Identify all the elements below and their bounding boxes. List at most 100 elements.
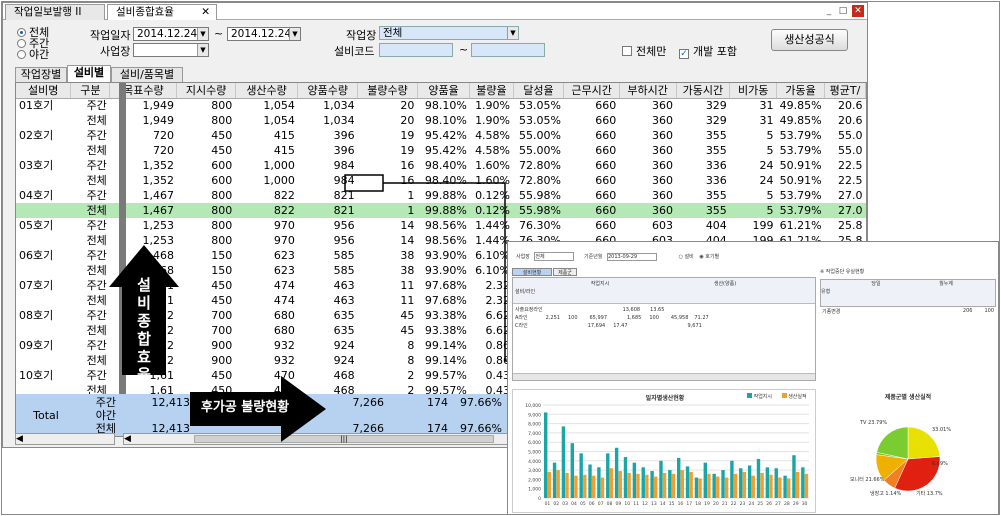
bar-order [614, 447, 619, 498]
inset-cell: 65,997 [589, 315, 608, 321]
x-tick-label: 16 [678, 501, 684, 507]
inset-th: 유형 [821, 289, 831, 295]
inset-tab-equipment[interactable]: 설비현황 [512, 268, 552, 276]
bar-output [662, 472, 667, 498]
inset-left-table: 설비/라인 작업지시 생산(양품) 사출요정라인 13,608 13.65 A라인 2… [512, 277, 816, 381]
x-tick-label: 27 [775, 501, 781, 507]
y-tick-label: 8,000 [528, 422, 541, 428]
inset-scrollbar[interactable] [513, 373, 815, 380]
bar-output [618, 471, 622, 498]
bar-order [641, 467, 645, 498]
highlight-box [344, 174, 384, 192]
bar-output [742, 471, 747, 498]
inset-cell: 13,608 [622, 307, 641, 313]
x-tick-label: 30 [802, 501, 808, 507]
bar-order [552, 462, 557, 498]
inset-business-value: 전체 [535, 254, 545, 260]
inset-right-header: 유형 당일 월누계 [820, 279, 996, 307]
bar-order [650, 471, 654, 498]
inset-cell: 45,958 [670, 315, 689, 321]
x-tick-label: 13 [651, 501, 657, 507]
x-tick-label: 18 [695, 501, 701, 507]
inset-month-select[interactable]: 2013-09-29 [607, 253, 657, 261]
pie-label: TV 23.79% [860, 420, 888, 426]
bar-output [636, 473, 640, 498]
inset-cell: 206 [962, 308, 973, 314]
bar-output [591, 475, 596, 498]
x-tick-label: 22 [731, 501, 737, 507]
bar-output [583, 474, 587, 498]
x-tick-label: 25 [757, 501, 763, 507]
x-tick-label: 21 [722, 501, 728, 507]
inset-cell: 기종변경 [822, 309, 841, 315]
bar-order [544, 412, 548, 498]
bar-output [769, 474, 773, 498]
x-tick-label: 08 [607, 501, 613, 507]
bar-output [724, 477, 729, 498]
bar-order [606, 453, 610, 498]
bar-output [547, 471, 551, 498]
x-tick-label: 05 [580, 501, 586, 507]
inset-radio-unit[interactable]: ◉ 호기별 [699, 254, 719, 260]
inset-row: A라인 2,251 100 65,997 1,685 100 45,958 71.27 [515, 314, 813, 322]
inset-row: 사출요정라인 13,608 13.65 [515, 306, 813, 314]
y-tick-label: 5,000 [528, 450, 541, 456]
pie-label: 모니터 21.66% [850, 477, 885, 483]
bar-output [680, 470, 684, 498]
x-tick-label: 03 [562, 501, 568, 507]
y-tick-label: 9,000 [528, 412, 541, 418]
bar-order [677, 458, 681, 498]
x-tick-label: 06 [589, 501, 595, 507]
bar-output [778, 477, 782, 498]
inset-right-row: 기종변경 206 100 [820, 307, 996, 316]
x-tick-label: 19 [704, 501, 710, 507]
inset-radio-equip[interactable]: ○ 설비 [679, 254, 694, 260]
bar-order [579, 453, 583, 498]
inset-th: 당일 [871, 281, 881, 287]
x-tick-label: 17 [686, 501, 692, 507]
y-tick-label: 3,000 [528, 468, 541, 474]
product-group-pie: 제품군별 생산실적 TV 23.79% 33.01% 모니터 21.66% 6.… [820, 389, 996, 513]
y-tick-label: 2,000 [528, 477, 541, 483]
bar-order [730, 460, 734, 498]
inset-cell: 1,685 [627, 315, 642, 321]
bar-output [565, 472, 569, 498]
bar-order [721, 470, 725, 498]
inset-th: 월누계 [939, 281, 953, 287]
inset-row: C라인 17,694 17.47 9,671 [515, 322, 813, 330]
bar-order [668, 470, 672, 498]
bar-order [685, 466, 690, 498]
bar-order [694, 477, 699, 498]
bar-order [756, 458, 761, 498]
inset-th: 생산(양품) [713, 281, 737, 287]
bar-order [765, 467, 770, 498]
x-tick-label: 04 [571, 501, 577, 507]
inset-left-table-header: 설비/라인 작업지시 생산(양품) [513, 278, 815, 304]
bar-order [774, 468, 778, 498]
bar-chart-svg: 10,000 9,000 8,000 7,000 6,000 5,000 4,000 3,00… [525, 403, 809, 507]
inset-th: 설비/라인 [515, 289, 536, 295]
dashboard-inset: 사업장 전체 기준년월 2013-09-29 ○ 설비 ◉ 호기별 설비현황 제… [507, 241, 999, 515]
bar-output [574, 475, 578, 498]
x-tick-label: 20 [713, 501, 719, 507]
y-tick-label: 10,000 [525, 403, 541, 409]
horizontal-arrow-label: 후가공 불량현황 [200, 400, 290, 415]
pie-chart-svg [875, 426, 941, 492]
bar-output [751, 475, 755, 498]
bar-output [627, 472, 631, 498]
daily-production-chart: 일자별생산현황 작업지시 생산실적 10,000 9,000 8,000 7,000 6… [512, 389, 816, 513]
x-tick-label: 09 [615, 501, 621, 507]
inset-tab-product[interactable]: 제품군 [553, 268, 577, 276]
inset-business-select[interactable]: 전체 [534, 252, 575, 261]
inset-th: 작업지시 [590, 281, 610, 287]
inset-cell: 9,671 [687, 323, 702, 329]
bar-output [707, 473, 711, 498]
bar-order [747, 465, 752, 498]
bar-output [716, 476, 720, 498]
inset-cell: 사출요정라인 [515, 307, 543, 313]
bar-order [792, 455, 796, 498]
inset-cell: 13.65 [650, 307, 665, 313]
x-tick-label: 24 [748, 501, 754, 507]
y-tick-label: 4,000 [528, 459, 541, 465]
bar-output [689, 471, 693, 498]
